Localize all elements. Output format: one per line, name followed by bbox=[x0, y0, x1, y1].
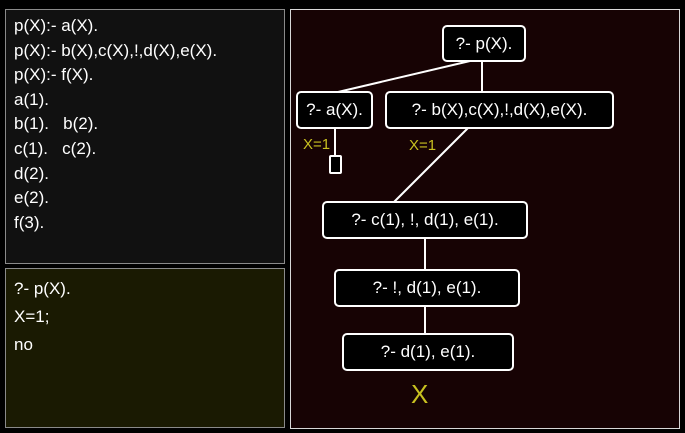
binding-label-b: X=1 bbox=[409, 137, 437, 154]
node-c: ?- c(1), !, d(1), e(1). bbox=[322, 201, 528, 239]
success-leaf-box bbox=[329, 155, 342, 174]
node-a: ?- a(X). bbox=[296, 91, 373, 129]
fail-mark: X bbox=[411, 379, 429, 409]
edge-root-a bbox=[337, 60, 471, 93]
binding-label-a: X=1 bbox=[303, 136, 331, 153]
node-b: ?- b(X),c(X),!,d(X),e(X). bbox=[385, 91, 614, 129]
node-root: ?- p(X). bbox=[442, 25, 526, 62]
node-cut: ?- !, d(1), e(1). bbox=[334, 269, 520, 307]
node-d: ?- d(1), e(1). bbox=[342, 333, 514, 371]
